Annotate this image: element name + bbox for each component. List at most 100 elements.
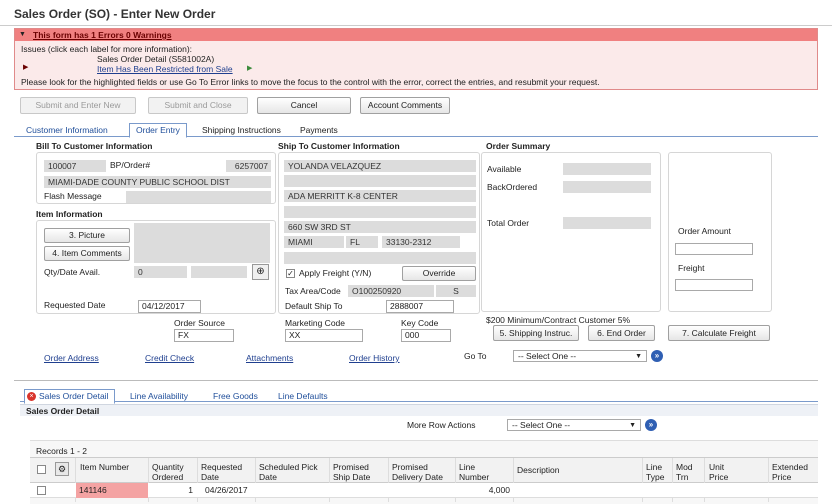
col-quantity-ordered[interactable]: Quantity Ordered xyxy=(152,462,196,482)
key-code-input[interactable]: 000 xyxy=(401,329,451,342)
picture-button[interactable]: 3. Picture xyxy=(44,228,130,243)
default-ship-input[interactable]: 2888007 xyxy=(386,300,454,313)
available-field xyxy=(563,163,651,175)
item-image-area xyxy=(134,223,270,263)
total-order-field xyxy=(563,217,651,229)
order-address-link[interactable]: Order Address xyxy=(44,353,99,363)
freight-label: Freight xyxy=(678,263,705,273)
col-description[interactable]: Description xyxy=(517,465,637,475)
cancel-button[interactable]: Cancel xyxy=(257,97,351,114)
bp-order-field: 6257007 xyxy=(226,160,271,172)
qty-date-label: Qty/Date Avail. xyxy=(44,267,101,277)
item-comments-button[interactable]: 4. Item Comments xyxy=(44,246,130,261)
col-unit-price[interactable]: Unit Price xyxy=(709,462,743,482)
col-scheduled-pick-date[interactable]: Scheduled Pick Date xyxy=(259,462,323,482)
backordered-field xyxy=(563,181,651,193)
tab-order-entry[interactable]: Order Entry xyxy=(129,123,187,138)
row-item-number-value: 141146 xyxy=(79,485,107,495)
requested-date-input[interactable]: 04/12/2017 xyxy=(138,300,201,313)
row-actions-select[interactable]: -- Select One -- ▼ xyxy=(507,419,641,431)
more-row-actions-label: More Row Actions xyxy=(407,420,476,430)
account-comments-button[interactable]: Account Comments xyxy=(360,97,450,114)
error-banner[interactable]: ▼ This form has 1 Errors 0 Warnings xyxy=(15,29,817,41)
goto-go-icon[interactable]: » xyxy=(651,350,663,362)
tab-line-availability[interactable]: Line Availability xyxy=(130,390,188,403)
bp-order-label: BP/Order# xyxy=(110,160,151,170)
window-title: Sales Order (SO) - Enter New Order xyxy=(14,7,216,21)
ship-line7-field xyxy=(284,252,476,264)
tab-sales-order-detail-label: Sales Order Detail xyxy=(39,391,109,401)
calculate-freight-button[interactable]: 7. Calculate Freight xyxy=(668,325,770,341)
records-count: Records 1 - 2 xyxy=(36,446,88,456)
submit-close-button[interactable]: Submit and Close xyxy=(148,97,248,114)
order-history-link[interactable]: Order History xyxy=(349,353,400,363)
default-ship-label: Default Ship To xyxy=(285,301,343,311)
qty-available-field: 0 xyxy=(134,266,187,278)
order-amount-label: Order Amount xyxy=(678,226,731,236)
ship-state-field: FL xyxy=(346,236,378,248)
row-checkbox[interactable] xyxy=(37,486,46,495)
marketing-code-input[interactable]: XX xyxy=(285,329,363,342)
order-source-input[interactable]: FX xyxy=(174,329,234,342)
col-item-number[interactable]: Item Number xyxy=(80,462,140,472)
row-line-number: 4,000 xyxy=(488,485,510,495)
order-source-label: Order Source xyxy=(174,318,226,328)
ship-city-field: MIAMI xyxy=(284,236,344,248)
ship-line4-field xyxy=(284,206,476,218)
col-line-type[interactable]: Line Type xyxy=(646,462,670,482)
row-requested-date[interactable]: 04/26/2017 xyxy=(205,483,248,498)
col-line-number[interactable]: Line Number xyxy=(459,462,499,482)
ship-zip-field: 33130-2312 xyxy=(382,236,460,248)
bill-to-header: Bill To Customer Information xyxy=(36,141,153,151)
date-available-field xyxy=(191,266,247,278)
tax-area-label: Tax Area/Code xyxy=(285,286,341,296)
collapse-icon[interactable]: ▼ xyxy=(19,29,26,41)
end-order-button[interactable]: 6. End Order xyxy=(588,325,655,341)
tab-payments[interactable]: Payments xyxy=(300,124,338,137)
row-actions-value: -- Select One -- xyxy=(512,420,571,430)
ship-line2-field xyxy=(284,175,476,187)
dropdown-arrow-icon: ▼ xyxy=(635,353,642,360)
order-summary-header: Order Summary xyxy=(486,141,551,151)
goto-select-value: -- Select One -- xyxy=(518,351,577,361)
select-all-checkbox[interactable] xyxy=(37,465,46,474)
goto-label: Go To xyxy=(464,351,487,361)
col-mod-trn[interactable]: Mod Trn xyxy=(676,462,700,482)
col-promised-delivery-date[interactable]: Promised Delivery Date xyxy=(392,462,452,482)
flash-message-label: Flash Message xyxy=(44,191,102,201)
title-divider xyxy=(0,25,832,26)
row-item-number[interactable]: 141146 xyxy=(76,483,148,498)
tab-shipping-instructions[interactable]: Shipping Instructions xyxy=(202,124,281,137)
goto-error-icon[interactable]: ▶ xyxy=(247,64,252,72)
row-settings-icon[interactable]: ⚙ xyxy=(55,462,69,476)
credit-check-link[interactable]: Credit Check xyxy=(145,353,194,363)
apply-freight-checkbox[interactable]: ✓ xyxy=(286,269,295,278)
goto-select[interactable]: -- Select One -- ▼ xyxy=(513,350,647,362)
col-requested-date[interactable]: Requested Date xyxy=(201,462,251,482)
tab-free-goods[interactable]: Free Goods xyxy=(213,390,258,403)
attachments-link[interactable]: Attachments xyxy=(246,353,293,363)
submit-enter-new-button[interactable]: Submit and Enter New xyxy=(20,97,136,114)
marketing-code-label: Marketing Code xyxy=(285,318,346,328)
binoculars-icon[interactable]: ⊕ xyxy=(252,264,269,280)
order-amount-field xyxy=(675,243,753,255)
error-instruction: Please look for the highlighted fields o… xyxy=(21,77,600,87)
detail-header-bar: Sales Order Detail xyxy=(20,404,818,416)
tab-sales-order-detail[interactable]: × Sales Order Detail xyxy=(24,389,116,404)
error-panel: ▼ This form has 1 Errors 0 Warnings Issu… xyxy=(14,28,818,90)
tab-customer-information[interactable]: Customer Information xyxy=(26,124,108,137)
row-qty[interactable]: 1 xyxy=(149,483,193,498)
section-divider xyxy=(14,380,818,381)
override-button[interactable]: Override xyxy=(402,266,476,281)
col-promised-ship-date[interactable]: Promised Ship Date xyxy=(333,462,381,482)
col-extended-price[interactable]: Extended Price xyxy=(772,462,816,482)
issue-link[interactable]: Item Has Been Restricted from Sale xyxy=(97,64,233,74)
row-actions-go-icon[interactable]: » xyxy=(645,419,657,431)
tab-line-defaults[interactable]: Line Defaults xyxy=(278,390,328,403)
customer-name-field: MIAMI-DADE COUNTY PUBLIC SCHOOL DIST xyxy=(44,176,271,188)
error-icon: × xyxy=(27,392,36,401)
error-banner-text[interactable]: This form has 1 Errors 0 Warnings xyxy=(33,29,172,41)
expand-issue-icon[interactable]: ▶ xyxy=(23,63,28,71)
shipping-instruc-button[interactable]: 5. Shipping Instruc. xyxy=(493,325,579,341)
flash-message-field xyxy=(126,191,271,203)
